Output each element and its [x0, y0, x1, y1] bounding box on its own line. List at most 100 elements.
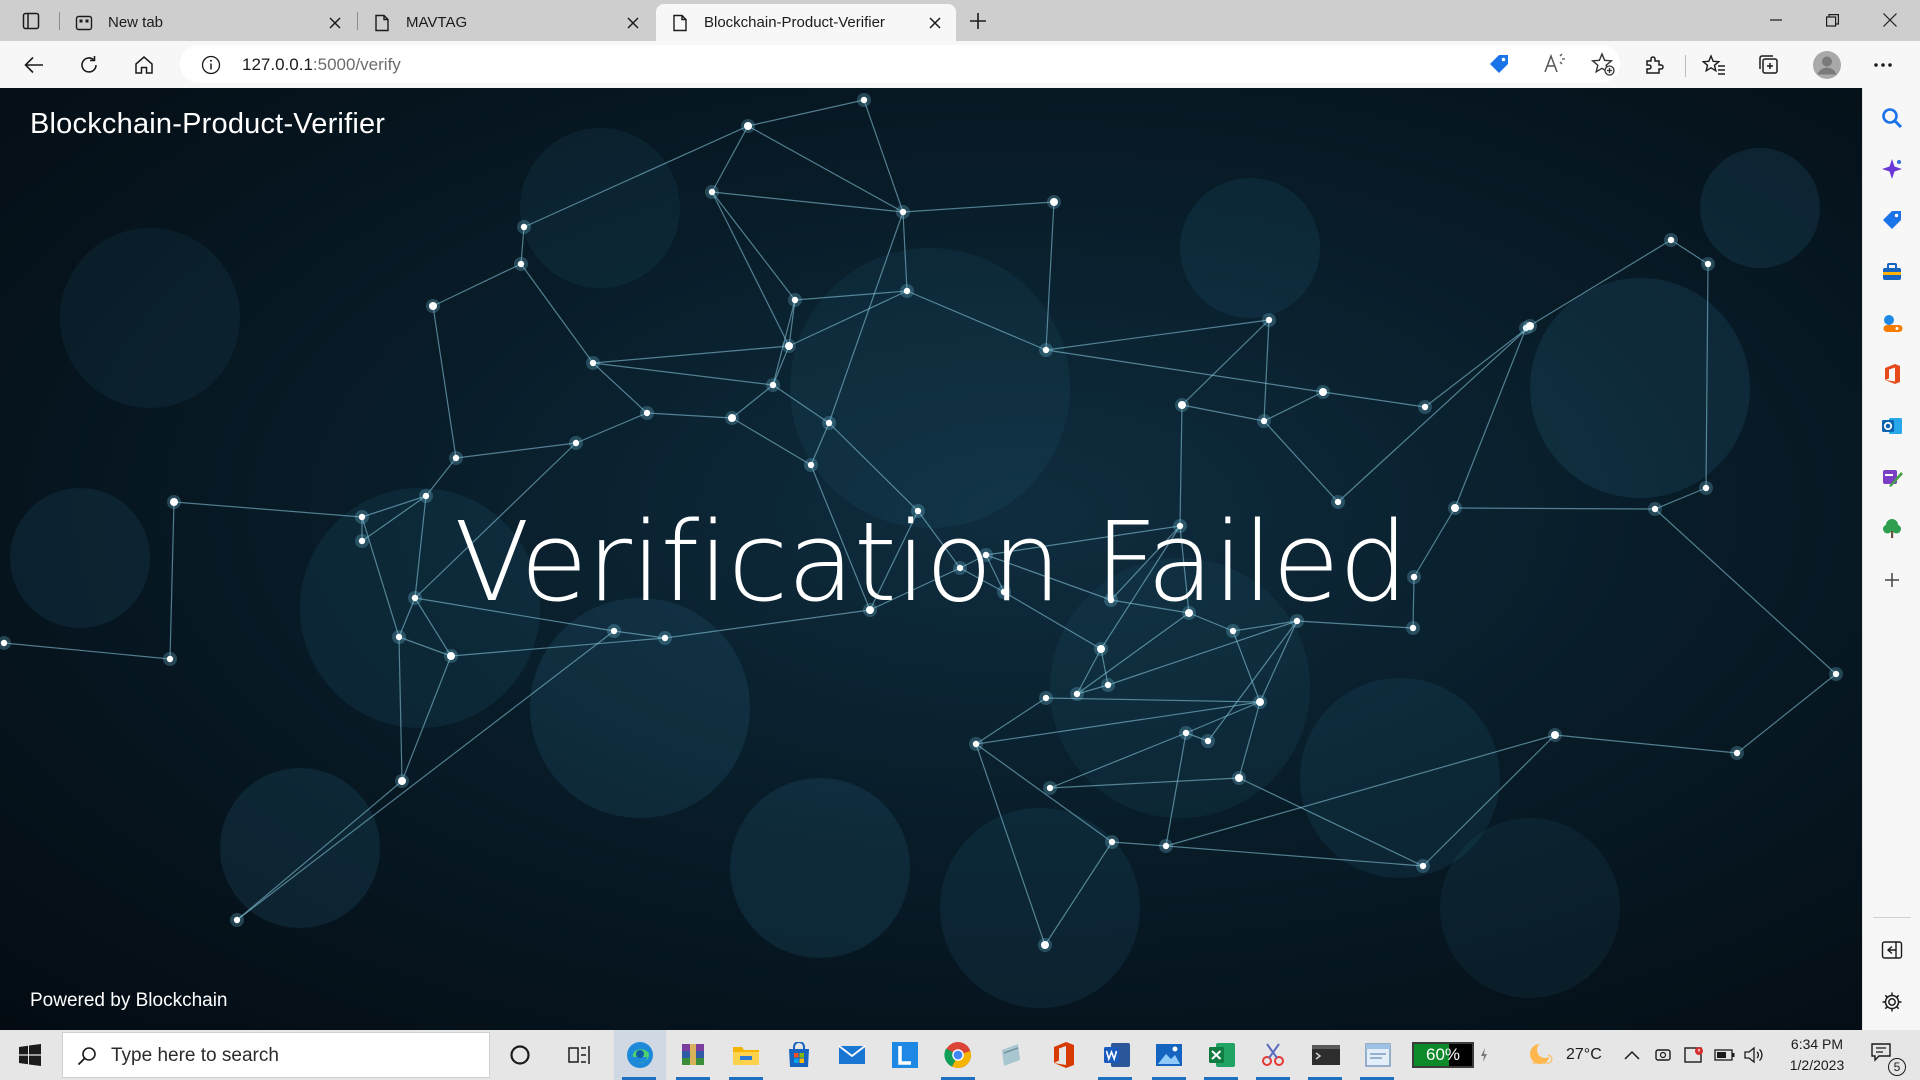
- network-node: [1229, 627, 1237, 635]
- back-button[interactable]: [17, 48, 51, 82]
- taskbar-app-l[interactable]: [880, 1030, 930, 1080]
- weather-widget[interactable]: 27°C: [1526, 1030, 1602, 1080]
- close-window-button[interactable]: [1862, 0, 1918, 40]
- tab-actions-button[interactable]: [8, 6, 54, 35]
- sidebar-settings-button[interactable]: [1876, 986, 1908, 1018]
- taskbar-app-word[interactable]: [1090, 1030, 1144, 1080]
- sidebar-games-button[interactable]: [1876, 307, 1908, 339]
- sidebar-designer-button[interactable]: [1876, 461, 1908, 493]
- tab-new-tab[interactable]: New tab: [60, 4, 356, 41]
- tray-security-icon[interactable]: [1684, 1030, 1704, 1080]
- network-node: [1204, 737, 1212, 745]
- taskbar-app-office[interactable]: [1039, 1030, 1089, 1080]
- sidebar-tree-button[interactable]: [1876, 512, 1908, 544]
- network-node: [1419, 862, 1427, 870]
- taskbar-app-excel[interactable]: [1196, 1030, 1248, 1080]
- sidebar-shopping-button[interactable]: [1876, 204, 1908, 236]
- network-node: [807, 461, 815, 469]
- network-link: [575, 412, 648, 444]
- back-arrow-icon: [24, 56, 43, 74]
- sidebar-search-button[interactable]: [1876, 102, 1908, 134]
- taskbar-app-winrar[interactable]: [668, 1030, 718, 1080]
- sidebar-office-button[interactable]: [1876, 358, 1908, 390]
- address-bar[interactable]: 127.0.0.1:5000/verify: [180, 45, 1620, 83]
- new-tab-button[interactable]: [962, 6, 994, 36]
- tab-blockchain-product-verifier[interactable]: Blockchain-Product-Verifier: [656, 4, 956, 41]
- taskbar-clock[interactable]: 6:34 PM 1/2/2023: [1772, 1034, 1862, 1076]
- blur-glow: [1530, 278, 1750, 498]
- terminal-icon: [1312, 1045, 1340, 1065]
- tab-title: MAVTAG: [406, 14, 468, 31]
- taskbar-app-file-explorer[interactable]: [721, 1030, 771, 1080]
- tray-battery-icon[interactable]: [1714, 1030, 1736, 1080]
- sidebar-add-button[interactable]: [1876, 564, 1908, 596]
- network-node: [166, 655, 174, 663]
- camera-icon: [1655, 1049, 1671, 1061]
- taskbar-app-sticky[interactable]: [986, 1030, 1036, 1080]
- close-tab-icon[interactable]: [924, 12, 946, 34]
- taskbar-search-box[interactable]: Type here to search: [62, 1032, 490, 1078]
- settings-more-button[interactable]: [1866, 48, 1900, 82]
- home-icon: [135, 56, 153, 74]
- taskbar-app-window[interactable]: [1352, 1030, 1404, 1080]
- tray-volume-icon[interactable]: [1744, 1030, 1764, 1080]
- add-favorite-icon[interactable]: [1588, 49, 1618, 79]
- taskbar-app-mail[interactable]: [827, 1030, 877, 1080]
- close-tab-icon[interactable]: [622, 12, 644, 34]
- network-node: [972, 740, 980, 748]
- blur-glow: [1180, 178, 1320, 318]
- taskbar-app-edge[interactable]: [614, 1030, 666, 1080]
- network-node: [1667, 236, 1675, 244]
- network-node: [1041, 941, 1049, 949]
- network-link: [975, 697, 1047, 745]
- shopping-tag-icon[interactable]: [1484, 49, 1514, 79]
- network-node: [1421, 403, 1429, 411]
- taskbar-app-terminal[interactable]: [1300, 1030, 1352, 1080]
- network-link: [1045, 349, 1324, 393]
- site-info-icon[interactable]: [200, 54, 222, 76]
- shopping-icon: [1883, 211, 1901, 229]
- sidebar-outlook-button[interactable]: [1876, 410, 1908, 442]
- windows-taskbar: Type here to search 60% 27°C 6:34 PM 1/2…: [0, 1030, 1920, 1080]
- document-icon: [670, 13, 690, 33]
- tab-mavtag[interactable]: MAVTAG: [358, 4, 654, 41]
- favorites-star-icon: [1702, 54, 1725, 75]
- collections-button[interactable]: [1752, 48, 1786, 82]
- footer-powered-by: Powered by Blockchain: [30, 990, 228, 1011]
- network-node: [1256, 698, 1264, 706]
- read-aloud-icon[interactable]: [1540, 49, 1570, 79]
- network-link: [1181, 404, 1265, 422]
- word-icon: [1104, 1043, 1130, 1067]
- start-button[interactable]: [0, 1030, 60, 1080]
- action-center-button[interactable]: 5: [1870, 1030, 1906, 1080]
- extensions-button[interactable]: [1637, 48, 1671, 82]
- sidebar-collapse-button[interactable]: [1876, 934, 1908, 966]
- battery-charge-glyph: [1480, 1030, 1488, 1080]
- taskbar-app-chrome[interactable]: [933, 1030, 983, 1080]
- taskbar-app-snip[interactable]: [1248, 1030, 1298, 1080]
- task-view-button[interactable]: [554, 1030, 604, 1080]
- network-node: [825, 419, 833, 427]
- browser-window: New tab MAVTAG Blockchain-Product-Verifi…: [0, 0, 1920, 1080]
- site-brand-title[interactable]: Blockchain-Product-Verifier: [30, 108, 385, 141]
- close-tab-icon[interactable]: [324, 12, 346, 34]
- home-button[interactable]: [127, 48, 161, 82]
- battery-meter[interactable]: 60%: [1412, 1042, 1474, 1068]
- taskbar-app-photos[interactable]: [1144, 1030, 1194, 1080]
- restore-button[interactable]: [1804, 0, 1860, 40]
- minimize-button[interactable]: [1748, 0, 1804, 40]
- show-hidden-icons-button[interactable]: [1624, 1030, 1640, 1080]
- sidebar-tools-button[interactable]: [1876, 256, 1908, 288]
- page-viewport: Blockchain-Product-Verifier Verification…: [0, 88, 1862, 1030]
- sidebar-copilot-button[interactable]: [1876, 153, 1908, 185]
- tray-meet-icon[interactable]: [1654, 1030, 1672, 1080]
- favorites-button[interactable]: [1697, 48, 1731, 82]
- refresh-button[interactable]: [72, 48, 106, 82]
- profile-button[interactable]: [1810, 48, 1844, 82]
- taskbar-app-store[interactable]: [774, 1030, 824, 1080]
- cortana-button[interactable]: [495, 1030, 545, 1080]
- network-node: [1319, 388, 1327, 396]
- network-node: [1046, 784, 1054, 792]
- network-node: [1702, 484, 1710, 492]
- network-link: [646, 412, 733, 419]
